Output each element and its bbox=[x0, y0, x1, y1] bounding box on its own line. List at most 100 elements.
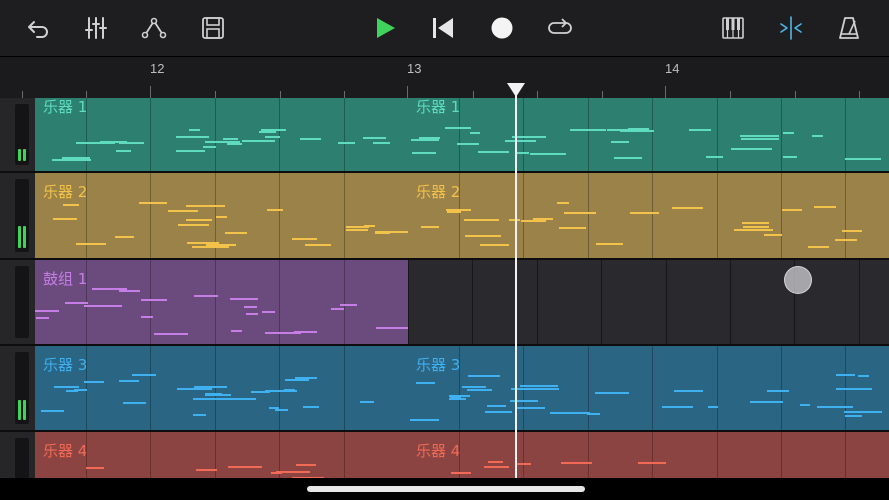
midi-region[interactable]: 乐器 2 bbox=[408, 173, 889, 258]
midi-note bbox=[86, 467, 104, 469]
beat-grid-line bbox=[845, 432, 846, 478]
midi-note bbox=[196, 469, 217, 471]
midi-note bbox=[628, 128, 649, 130]
midi-note bbox=[559, 227, 586, 229]
midi-note bbox=[595, 392, 629, 394]
beat-grid-line bbox=[601, 260, 602, 344]
midi-note bbox=[708, 406, 718, 408]
midi-note bbox=[812, 135, 823, 137]
ruler-tick bbox=[407, 86, 408, 98]
midi-note bbox=[141, 316, 153, 318]
beat-grid-line bbox=[588, 98, 589, 171]
track-lane[interactable]: 鼓组 1 bbox=[35, 260, 889, 344]
midi-note bbox=[836, 374, 855, 376]
midi-note bbox=[480, 244, 509, 246]
track-header[interactable] bbox=[0, 432, 36, 478]
snap-button[interactable] bbox=[772, 9, 810, 47]
midi-region[interactable]: 乐器 4 bbox=[408, 432, 889, 478]
midi-note bbox=[464, 219, 499, 221]
midi-note bbox=[227, 143, 242, 145]
midi-note bbox=[421, 226, 439, 228]
track-header[interactable] bbox=[0, 346, 36, 430]
track-lane[interactable]: 乐器 4 乐器 4 bbox=[35, 432, 889, 478]
midi-note bbox=[231, 330, 242, 332]
midi-note bbox=[132, 374, 156, 376]
midi-note bbox=[331, 308, 344, 310]
midi-note bbox=[119, 290, 140, 292]
midi-note bbox=[530, 153, 566, 155]
midi-note bbox=[225, 232, 247, 234]
record-button[interactable] bbox=[483, 9, 521, 47]
ruler-tick bbox=[215, 91, 217, 98]
beat-grid-line bbox=[86, 432, 87, 478]
midi-region[interactable]: 乐器 4 bbox=[35, 432, 408, 478]
midi-note bbox=[845, 415, 862, 417]
midi-note bbox=[76, 243, 106, 245]
midi-note bbox=[262, 311, 275, 313]
midi-note bbox=[742, 222, 769, 224]
beat-grid-line bbox=[717, 173, 718, 258]
midi-note bbox=[512, 136, 546, 138]
loop-button[interactable] bbox=[541, 9, 579, 47]
midi-note bbox=[176, 150, 205, 152]
midi-note bbox=[189, 129, 200, 131]
ruler-tick bbox=[794, 91, 796, 98]
midi-note bbox=[265, 136, 280, 138]
play-button[interactable] bbox=[366, 9, 404, 47]
level-meter bbox=[15, 104, 29, 165]
track-lane[interactable]: 乐器 3 乐器 3 bbox=[35, 346, 889, 430]
snap-icon bbox=[780, 16, 802, 40]
metronome-button[interactable] bbox=[830, 9, 868, 47]
automation-button[interactable] bbox=[135, 9, 173, 47]
midi-note bbox=[844, 411, 882, 413]
beat-grid-line bbox=[781, 173, 782, 258]
ruler-tick bbox=[859, 91, 861, 98]
midi-region[interactable]: 乐器 1 bbox=[35, 98, 408, 171]
keyboard-button[interactable] bbox=[714, 9, 752, 47]
midi-note bbox=[35, 310, 59, 312]
track-header[interactable] bbox=[0, 173, 36, 258]
undo-button[interactable] bbox=[19, 9, 57, 47]
midi-note bbox=[203, 146, 216, 148]
beat-grid-line bbox=[86, 173, 87, 258]
beat-grid-line bbox=[845, 98, 846, 171]
midi-note bbox=[292, 238, 317, 240]
midi-note bbox=[346, 229, 368, 231]
midi-note bbox=[300, 138, 321, 140]
mixer-button[interactable] bbox=[77, 9, 115, 47]
bar-number: 14 bbox=[665, 61, 680, 76]
beat-grid-line bbox=[781, 346, 782, 430]
midi-note bbox=[782, 209, 802, 211]
midi-note bbox=[516, 407, 545, 409]
track-header[interactable] bbox=[0, 260, 36, 344]
midi-note bbox=[451, 472, 471, 474]
beat-grid-line bbox=[652, 432, 653, 478]
track-lane[interactable]: 乐器 1 乐器 1 bbox=[35, 98, 889, 171]
track-area: 乐器 1 乐器 1 乐器 2 乐器 2 鼓组 1 乐器 3 乐器 3 乐器 4 … bbox=[0, 98, 889, 478]
ruler-tick bbox=[22, 91, 23, 98]
midi-note bbox=[842, 230, 862, 232]
midi-region[interactable]: 乐器 2 bbox=[35, 173, 408, 258]
drum-region[interactable]: 鼓组 1 bbox=[35, 260, 408, 344]
go-to-start-button[interactable] bbox=[424, 9, 462, 47]
midi-note bbox=[275, 409, 288, 411]
level-meter bbox=[15, 179, 29, 252]
midi-note bbox=[596, 243, 623, 245]
save-button[interactable] bbox=[194, 9, 232, 47]
midi-note bbox=[186, 205, 225, 207]
midi-note bbox=[515, 152, 529, 154]
metronome-icon bbox=[839, 17, 859, 39]
playhead-handle[interactable] bbox=[506, 82, 526, 98]
timeline-ruler[interactable]: 12 13 14 bbox=[0, 57, 889, 99]
midi-note bbox=[808, 246, 829, 248]
midi-note bbox=[564, 212, 596, 214]
midi-note bbox=[468, 375, 500, 377]
midi-note bbox=[485, 411, 512, 413]
home-indicator[interactable] bbox=[307, 486, 585, 492]
midi-region[interactable]: 乐器 3 bbox=[408, 346, 889, 430]
track-header[interactable] bbox=[0, 98, 36, 171]
midi-region[interactable]: 乐器 3 bbox=[35, 346, 408, 430]
midi-region[interactable]: 乐器 1 bbox=[408, 98, 889, 171]
midi-note bbox=[296, 464, 316, 466]
track-lane[interactable]: 乐器 2 乐器 2 bbox=[35, 173, 889, 258]
